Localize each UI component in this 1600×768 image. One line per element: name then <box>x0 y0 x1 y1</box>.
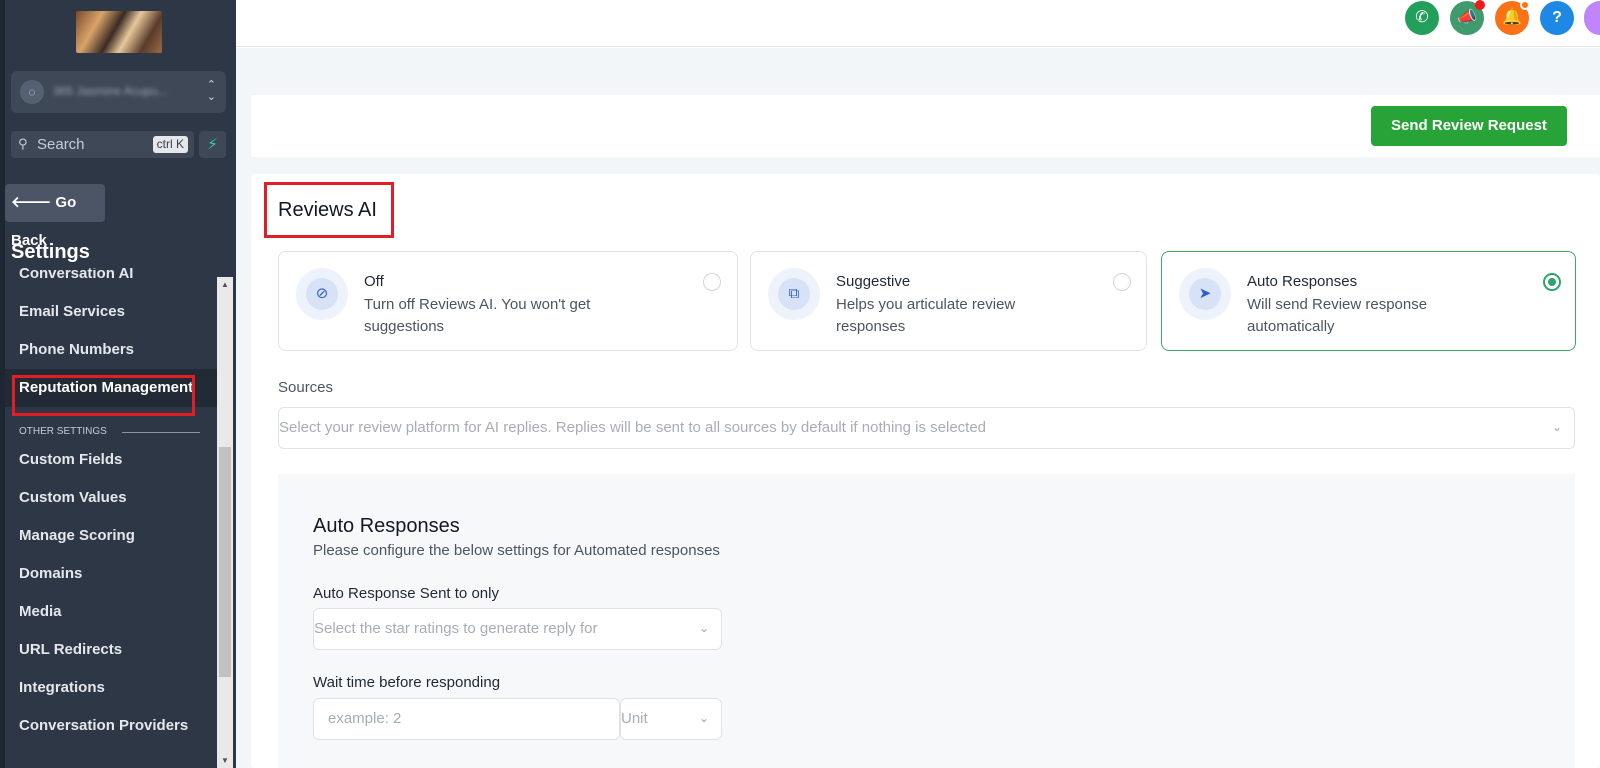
reviews-ai-title: Reviews AI <box>278 199 377 221</box>
star-ratings-select[interactable]: Select the star ratings to generate repl… <box>313 608 722 650</box>
announcements-button[interactable]: 📣 <box>1450 0 1485 35</box>
option-description: Turn off Reviews AI. You won't get sugge… <box>364 296 591 335</box>
option-off[interactable]: ⊘ Off Turn off Reviews AI. You won't get… <box>278 251 738 351</box>
option-description: Helps you articulate review responses <box>836 296 1016 335</box>
menu-item-url-redirects[interactable]: URL Redirects <box>19 641 122 658</box>
account-name: 365 Jasmine Acupu... <box>53 84 168 98</box>
menu-item-custom-fields[interactable]: Custom Fields <box>19 451 122 468</box>
sidebar-scrollbar[interactable]: ▲ ▼ <box>217 277 233 768</box>
sources-select[interactable]: Select your review platform for AI repli… <box>278 407 1575 449</box>
search-shortcut: ctrl K <box>152 136 188 153</box>
option-auto-responses[interactable]: ➤ Auto Responses Will send Review respon… <box>1161 251 1576 351</box>
notifications-button[interactable]: 🔔 <box>1495 0 1530 35</box>
avatar[interactable] <box>1584 1 1600 35</box>
other-settings-label: OTHER SETTINGS <box>19 426 107 437</box>
scroll-up-icon[interactable]: ▲ <box>221 280 229 289</box>
auto-responses-subtitle: Please configure the below settings for … <box>313 542 720 559</box>
search-icon: ⚲ <box>18 136 28 151</box>
chevron-updown-icon: ⌃ ⌄ <box>206 79 216 103</box>
search-box[interactable]: ⚲ Search ctrl K <box>11 131 194 158</box>
bell-icon: 🔔 <box>1502 9 1522 26</box>
option-title: Suggestive <box>836 273 911 290</box>
arrow-left-icon: 🡐 <box>11 194 52 211</box>
phone-icon: ✆ <box>1415 9 1429 26</box>
menu-item-conversation-providers[interactable]: Conversation Providers <box>19 717 188 734</box>
top-bar: ✆ 📣 🔔 ? <box>236 0 1600 47</box>
chat-bubbles-icon: ⧉ <box>768 268 820 320</box>
sources-placeholder: Select your review platform for AI repli… <box>279 419 987 436</box>
unit-select[interactable]: Unit ⌄ <box>620 698 722 740</box>
company-logo[interactable] <box>76 11 162 53</box>
menu-item-custom-values[interactable]: Custom Values <box>19 489 127 506</box>
menu-item-integrations[interactable]: Integrations <box>19 679 105 696</box>
wait-time-input[interactable]: example: 2 <box>313 698 620 740</box>
scrollbar-thumb[interactable] <box>219 447 231 677</box>
wait-time-label: Wait time before responding <box>313 674 501 691</box>
menu-item-manage-scoring[interactable]: Manage Scoring <box>19 527 135 544</box>
menu-item-phone-numbers[interactable]: Phone Numbers <box>19 341 134 358</box>
star-ratings-placeholder: Select the star ratings to generate repl… <box>314 620 598 637</box>
megaphone-icon: 📣 <box>1457 9 1477 26</box>
help-icon: ? <box>1552 9 1562 26</box>
option-description: Will send Review response automatically <box>1247 296 1428 335</box>
sources-label: Sources <box>278 379 334 396</box>
radio-auto-responses[interactable] <box>1543 273 1561 291</box>
option-title: Off <box>364 273 384 290</box>
auto-responses-title: Auto Responses <box>313 515 460 537</box>
quick-action-bolt-icon[interactable]: ⚡ <box>199 131 226 158</box>
wait-time-placeholder: example: 2 <box>328 710 402 727</box>
scroll-down-icon[interactable]: ▼ <box>221 756 229 765</box>
chevron-down-icon: ⌄ <box>698 711 709 725</box>
radio-off[interactable] <box>703 273 721 291</box>
help-button[interactable]: ? <box>1540 1 1574 35</box>
unit-placeholder: Unit <box>621 710 648 727</box>
menu-item-domains[interactable]: Domains <box>19 565 82 582</box>
account-switcher[interactable]: ◌ 365 Jasmine Acupu... ⌃ ⌄ <box>11 71 226 113</box>
option-title: Auto Responses <box>1247 273 1358 290</box>
send-review-request-button[interactable]: Send Review Request <box>1371 106 1567 146</box>
radio-suggestive[interactable] <box>1113 273 1131 291</box>
settings-menu: Conversation AI Email Services Phone Num… <box>5 268 217 768</box>
go-back-button[interactable]: 🡐 Go Back <box>5 184 105 249</box>
notification-dot <box>1475 0 1485 10</box>
bot-off-icon: ⊘ <box>296 268 348 320</box>
search-placeholder: Search <box>37 136 85 153</box>
sidebar: ◌ 365 Jasmine Acupu... ⌃ ⌄ ⚲ Search ctrl … <box>0 0 236 768</box>
phone-button[interactable]: ✆ <box>1405 1 1439 35</box>
location-icon: ◌ <box>20 80 44 104</box>
send-icon: ➤ <box>1179 268 1231 320</box>
menu-item-email-services[interactable]: Email Services <box>19 303 125 320</box>
settings-title: Settings <box>11 241 90 263</box>
notification-dot <box>1520 0 1530 10</box>
sent-to-label: Auto Response Sent to only <box>313 585 499 602</box>
menu-item-media[interactable]: Media <box>19 603 62 620</box>
divider <box>122 432 200 433</box>
highlight-outline-reputation <box>12 375 195 416</box>
option-suggestive[interactable]: ⧉ Suggestive Helps you articulate review… <box>750 251 1147 351</box>
chevron-down-icon: ⌄ <box>698 621 709 635</box>
chevron-down-icon: ⌄ <box>1551 420 1562 434</box>
menu-item-conversation-ai[interactable]: Conversation AI <box>19 268 133 282</box>
